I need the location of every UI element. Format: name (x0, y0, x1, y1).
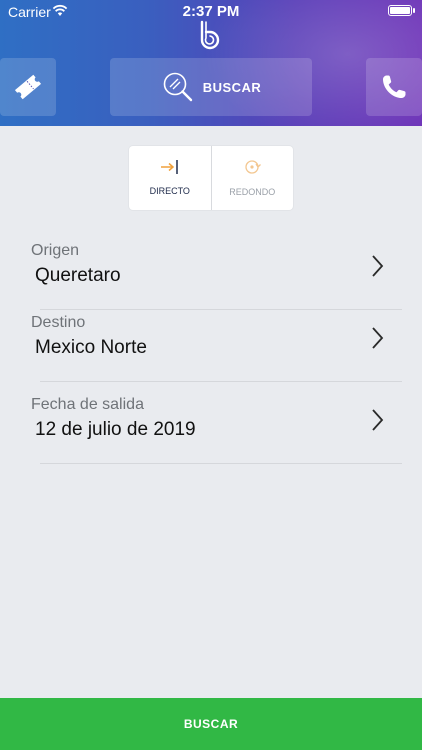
nav-call-button[interactable] (366, 58, 422, 116)
brand-logo-icon (200, 20, 220, 50)
magnifier-icon (163, 72, 192, 102)
departure-date-label: Fecha de salida (31, 396, 144, 413)
nav-search-label: BUSCAR (202, 79, 262, 95)
trip-option-label: REDONDO (229, 187, 276, 197)
chevron-right-icon (372, 327, 384, 349)
round-trip-icon (245, 160, 262, 174)
divider (40, 463, 402, 464)
chevron-right-icon (372, 409, 384, 431)
chevron-right-icon (372, 255, 384, 277)
nav-search-button[interactable]: BUSCAR (110, 58, 312, 116)
status-bar: Carrier 2:37 PM (0, 0, 422, 22)
destination-label: Destino (31, 314, 86, 331)
origin-value: Queretaro (35, 265, 121, 286)
search-button[interactable]: BUSCAR (0, 698, 422, 750)
nav-tickets-button[interactable] (0, 58, 56, 116)
battery-icon (388, 5, 415, 16)
origin-label: Origen (31, 242, 80, 259)
departure-date-value: 12 de julio de 2019 (35, 419, 196, 440)
destination-value: Mexico Norte (35, 337, 147, 358)
app-header: Carrier 2:37 PM BUSCAR (0, 0, 422, 126)
origin-row[interactable]: Origen Queretaro (0, 228, 422, 310)
destination-row[interactable]: Destino Mexico Norte (0, 300, 422, 382)
trip-option-redondo[interactable]: REDONDO (210, 146, 294, 210)
status-time: 2:37 PM (182, 3, 240, 20)
arrow-right-bar-icon (160, 160, 178, 174)
trip-option-directo[interactable]: DIRECTO (129, 146, 211, 210)
trip-type-toggle: DIRECTO REDONDO (129, 146, 293, 210)
ticket-icon (14, 74, 42, 100)
trip-option-label: DIRECTO (149, 186, 190, 196)
phone-icon (383, 75, 406, 98)
departure-date-row[interactable]: Fecha de salida 12 de julio de 2019 (0, 382, 422, 464)
